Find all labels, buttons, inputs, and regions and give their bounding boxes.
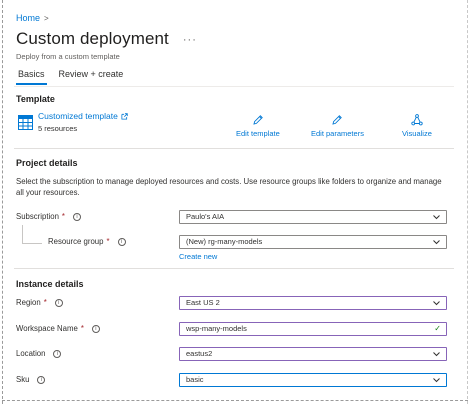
chevron-down-icon <box>433 352 440 357</box>
resource-group-select[interactable]: (New) rg-many-models <box>179 235 447 249</box>
page-title: Custom deployment <box>16 29 169 48</box>
location-label: Location i <box>16 349 62 358</box>
info-icon[interactable]: i <box>72 212 81 221</box>
location-value: eastus2 <box>186 349 213 358</box>
external-link-icon <box>121 112 128 120</box>
region-label: Region * i <box>16 298 63 307</box>
chevron-down-icon <box>433 215 440 220</box>
tab-divider <box>14 86 454 87</box>
breadcrumb-home[interactable]: Home <box>16 13 40 23</box>
tab-bar: Basics Review + create <box>16 67 125 85</box>
visualize-label: Visualize <box>402 129 432 138</box>
template-resource-count: 5 resources <box>38 124 78 133</box>
tree-connector-horizontal <box>22 243 42 244</box>
template-name-link[interactable]: Customized template <box>38 111 128 121</box>
location-label-text: Location <box>16 349 46 358</box>
info-icon[interactable]: i <box>54 298 63 307</box>
location-select[interactable]: eastus2 <box>179 347 447 361</box>
edit-parameters-button[interactable]: Edit parameters <box>311 114 364 138</box>
workspace-name-input[interactable]: wsp-many-models ✓ <box>179 322 447 336</box>
sku-select[interactable]: basic <box>179 373 447 387</box>
section-divider <box>14 148 454 149</box>
resource-group-value: (New) rg-many-models <box>186 237 263 246</box>
more-options-icon[interactable]: ··· <box>183 34 197 46</box>
project-details-title: Project details <box>16 158 78 168</box>
template-section-title: Template <box>16 94 55 104</box>
pencil-icon <box>332 115 343 125</box>
project-details-description: Select the subscription to manage deploy… <box>16 177 442 197</box>
visualize-button[interactable]: Visualize <box>402 114 432 138</box>
info-icon[interactable]: i <box>91 324 100 333</box>
required-marker: * <box>43 298 47 307</box>
frame-right-border <box>467 0 468 404</box>
create-new-resource-group-link[interactable]: Create new <box>179 252 217 261</box>
edit-template-button[interactable]: Edit template <box>236 114 280 138</box>
workspace-name-label: Workspace Name * i <box>16 324 100 333</box>
custom-deployment-page: Home > Custom deployment ··· Deploy from… <box>14 0 460 404</box>
region-value: East US 2 <box>186 298 220 307</box>
region-label-text: Region <box>16 298 41 307</box>
sku-label-text: Sku <box>16 375 30 384</box>
section-divider <box>14 268 454 269</box>
tree-connector-vertical <box>22 225 23 243</box>
tab-review-create[interactable]: Review + create <box>57 67 126 85</box>
chevron-down-icon <box>433 378 440 383</box>
breadcrumb: Home > <box>16 13 49 23</box>
page-subtitle: Deploy from a custom template <box>16 52 120 61</box>
visualize-icon <box>411 114 423 126</box>
edit-parameters-label: Edit parameters <box>311 129 364 138</box>
chevron-down-icon <box>433 240 440 245</box>
resource-group-label: Resource group * i <box>48 237 126 246</box>
subscription-label: Subscription * i <box>16 212 81 221</box>
pencil-icon <box>253 115 263 125</box>
region-select[interactable]: East US 2 <box>179 296 447 310</box>
subscription-select[interactable]: Paulo's AIA <box>179 210 447 224</box>
chevron-down-icon <box>433 301 440 306</box>
workspace-name-label-text: Workspace Name <box>16 324 78 333</box>
template-name-label: Customized template <box>38 111 118 121</box>
edit-template-label: Edit template <box>236 129 280 138</box>
resource-group-label-text: Resource group <box>48 237 104 246</box>
required-marker: * <box>106 237 110 246</box>
sku-label: Sku i <box>16 375 46 384</box>
required-marker: * <box>80 324 84 333</box>
sku-value: basic <box>186 375 204 384</box>
tab-basics[interactable]: Basics <box>16 67 47 85</box>
subscription-value: Paulo's AIA <box>186 212 225 221</box>
info-icon[interactable]: i <box>117 237 126 246</box>
info-icon[interactable]: i <box>53 349 62 358</box>
instance-details-title: Instance details <box>16 279 84 289</box>
info-icon[interactable]: i <box>37 375 46 384</box>
title-row: Custom deployment ··· <box>16 29 197 49</box>
required-marker: * <box>61 212 65 221</box>
subscription-label-text: Subscription <box>16 212 59 221</box>
frame-left-border <box>2 0 3 404</box>
breadcrumb-separator: > <box>44 13 49 23</box>
template-grid-icon <box>18 115 33 130</box>
validation-check-icon: ✓ <box>434 324 441 333</box>
workspace-name-value: wsp-many-models <box>186 324 247 333</box>
